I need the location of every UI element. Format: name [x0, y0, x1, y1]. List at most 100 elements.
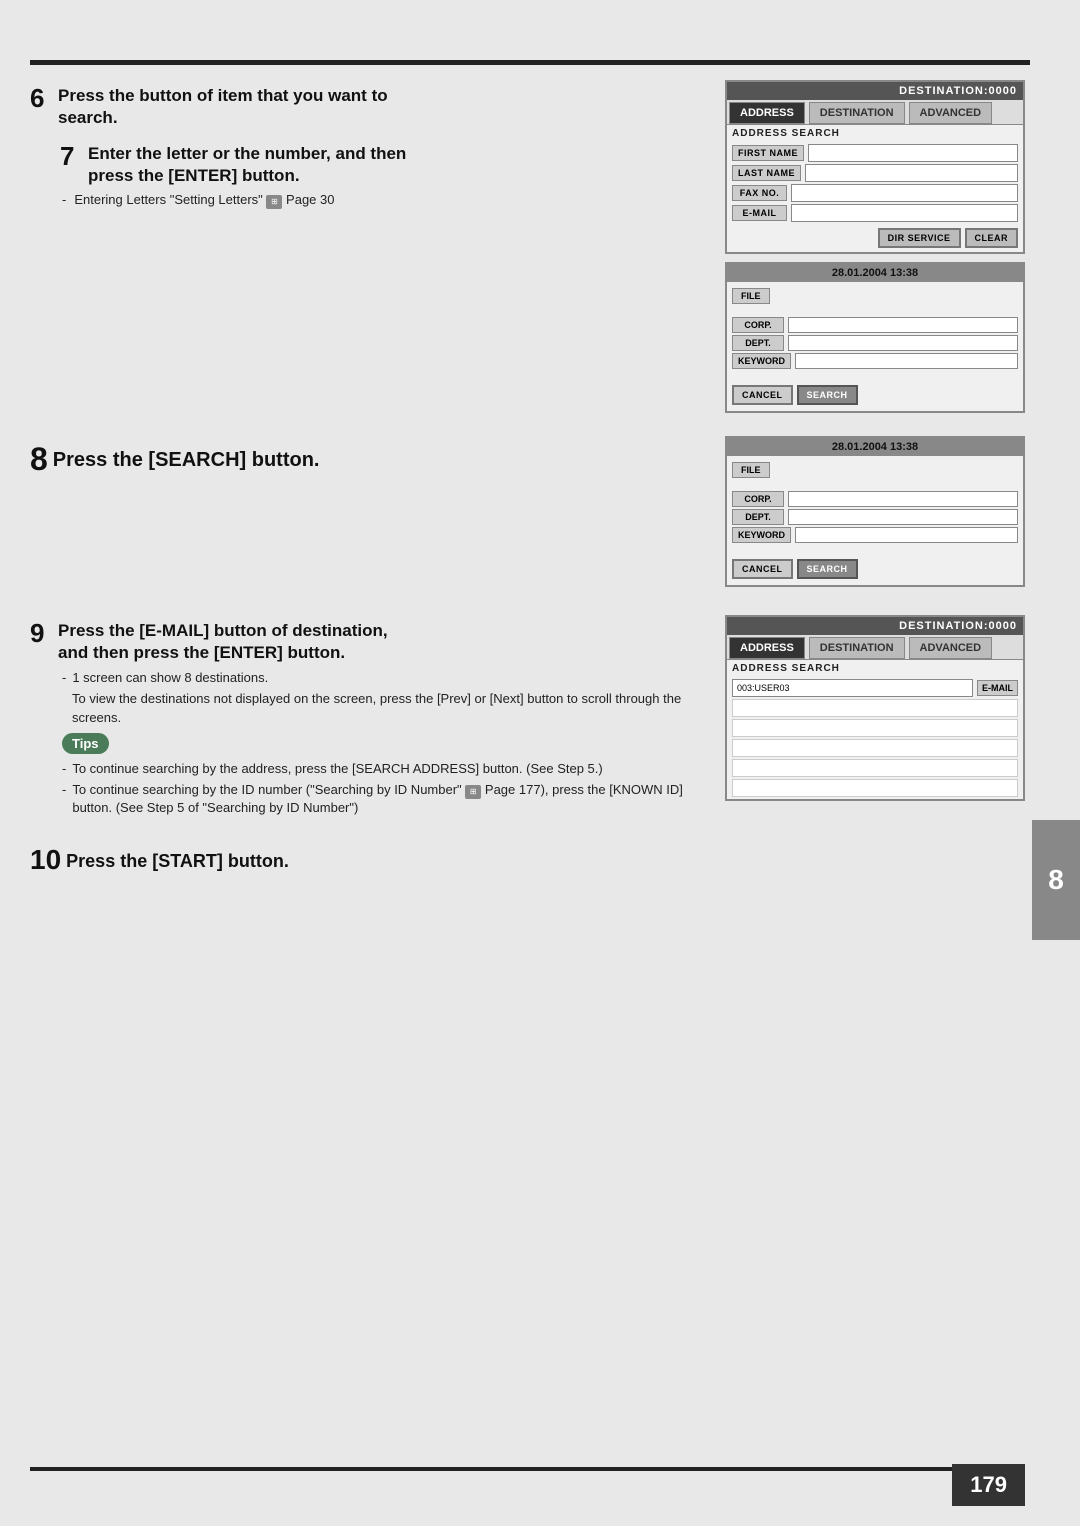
empty-row-4 — [732, 759, 1018, 777]
field-corp-2: CORP. — [732, 491, 1018, 507]
tab-destination[interactable]: DESTINATION — [809, 102, 905, 124]
address-search-title: ADDRESS SEARCH — [727, 125, 1023, 142]
tips-box: Tips — [62, 733, 705, 754]
label-first-name: FIRST NAME — [732, 145, 804, 161]
result-row: 003:USER03 E-MAIL — [732, 679, 1018, 697]
step-9-text-line2: and then press the [ENTER] button. — [58, 642, 388, 664]
destination-header: DESTINATION:0000 — [727, 82, 1023, 100]
file-search-panel-2: 28.01.2004 13:38 FILE CORP. DEPT. KEY — [725, 436, 1025, 587]
input-dept-2[interactable] — [788, 509, 1018, 525]
result-id: 003:USER03 — [737, 683, 790, 693]
result-id-cell: 003:USER03 — [732, 679, 973, 697]
bottom-row-1: CANCEL SEARCH — [727, 379, 1023, 411]
section-9: 9 Press the [E-MAIL] button of destinati… — [30, 615, 1025, 820]
step-7-heading: 7 Enter the letter or the number, and th… — [60, 143, 705, 187]
panel-destination-result: DESTINATION:0000 ADDRESS DESTINATION ADV… — [725, 615, 1025, 820]
date-header-1: 28.01.2004 13:38 — [727, 264, 1023, 282]
file-search-panel-1: 28.01.2004 13:38 FILE CORP. DEPT. KEY — [725, 262, 1025, 413]
step-10-text: Press the [START] button. — [66, 846, 289, 872]
note-9-1: - 1 screen can show 8 destinations. — [62, 669, 705, 687]
ref-icon-1: ⊞ — [266, 195, 282, 209]
panel-file-search-2: 28.01.2004 13:38 FILE CORP. DEPT. KEY — [725, 436, 1025, 587]
step-6-text-line1: Press the button of item that you want t… — [58, 85, 388, 107]
note-9-1-text: 1 screen can show 8 destinations. — [72, 669, 268, 687]
panel-destination-address: DESTINATION:0000 ADDRESS DESTINATION ADV… — [725, 80, 1025, 413]
input-keyword-2[interactable] — [795, 527, 1018, 543]
note-9-1b: To view the destinations not displayed o… — [72, 690, 705, 726]
field-email: E-MAIL — [732, 204, 1018, 222]
label-last-name: LAST NAME — [732, 165, 801, 181]
empty-row-3 — [732, 739, 1018, 757]
label-corp-2: CORP. — [732, 491, 784, 507]
page-number: 179 — [952, 1464, 1025, 1506]
dir-service-button[interactable]: DIR SERVICE — [878, 228, 961, 248]
section-10: 10 Press the [START] button. — [30, 846, 1025, 874]
bottom-row-2: CANCEL SEARCH — [727, 553, 1023, 585]
label-dept-2: DEPT. — [732, 509, 784, 525]
cancel-button-1[interactable]: CANCEL — [732, 385, 793, 405]
destination-address-panel: DESTINATION:0000 ADDRESS DESTINATION ADV… — [725, 80, 1025, 254]
label-dept-1: DEPT. — [732, 335, 784, 351]
step-9-text-line1: Press the [E-MAIL] button of destination… — [58, 620, 388, 642]
right-tab-label: 8 — [1048, 864, 1064, 896]
result-tab-destination[interactable]: DESTINATION — [809, 637, 905, 659]
result-tab-address[interactable]: ADDRESS — [729, 637, 805, 659]
tip-2-text: To continue searching by the ID number (… — [72, 781, 705, 817]
step-8-heading: 8 Press the [SEARCH] button. — [30, 441, 705, 478]
label-keyword-1: KEYWORD — [732, 353, 791, 369]
input-first-name[interactable] — [808, 144, 1018, 162]
label-corp-1: CORP. — [732, 317, 784, 333]
input-dept-1[interactable] — [788, 335, 1018, 351]
field-fax-no: FAX NO. — [732, 184, 1018, 202]
section-8: 8 Press the [SEARCH] button. 28.01.2004 … — [30, 436, 1025, 587]
input-keyword-1[interactable] — [795, 353, 1018, 369]
date-header-2: 28.01.2004 13:38 — [727, 438, 1023, 456]
note-9-1b-text: To view the destinations not displayed o… — [72, 690, 705, 726]
step-7-text-line2: press the [ENTER] button. — [88, 165, 406, 187]
input-email[interactable] — [791, 204, 1018, 222]
file-tab-1[interactable]: FILE — [732, 288, 770, 304]
empty-rows — [732, 699, 1018, 797]
result-tag: E-MAIL — [977, 680, 1018, 696]
top-rule — [30, 60, 1030, 65]
right-tab: 8 — [1032, 820, 1080, 940]
tab-advanced[interactable]: ADVANCED — [909, 102, 993, 124]
input-corp-2[interactable] — [788, 491, 1018, 507]
input-fax-no[interactable] — [791, 184, 1018, 202]
step-7-note: - Entering Letters "Setting Letters" ⊞ P… — [62, 192, 705, 209]
step-10-number: 10 — [30, 846, 61, 874]
step-8-text: Press the [SEARCH] button. — [53, 447, 320, 473]
section-6-7: 6 Press the button of item that you want… — [30, 80, 1025, 413]
step-9-notes: - 1 screen can show 8 destinations. To v… — [62, 669, 705, 727]
result-panel-tabs: ADDRESS DESTINATION ADVANCED — [727, 635, 1023, 660]
result-tab-advanced[interactable]: ADVANCED — [909, 637, 993, 659]
empty-row-1 — [732, 699, 1018, 717]
ref-icon-2: ⊞ — [465, 785, 481, 799]
step-8-number: 8 — [30, 441, 48, 478]
text-col-8: 8 Press the [SEARCH] button. — [30, 436, 705, 587]
field-keyword-2: KEYWORD — [732, 527, 1018, 543]
tip-1-text: To continue searching by the address, pr… — [72, 760, 602, 778]
result-section-title: ADDRESS SEARCH — [727, 660, 1023, 677]
text-col-6-7: 6 Press the button of item that you want… — [30, 80, 705, 413]
main-layout: 6 Press the button of item that you want… — [30, 80, 1025, 1466]
clear-button[interactable]: CLEAR — [965, 228, 1019, 248]
input-last-name[interactable] — [805, 164, 1018, 182]
file-tab-2[interactable]: FILE — [732, 462, 770, 478]
tab-address[interactable]: ADDRESS — [729, 102, 805, 124]
input-corp-1[interactable] — [788, 317, 1018, 333]
cancel-button-2[interactable]: CANCEL — [732, 559, 793, 579]
search-button-1[interactable]: SEARCH — [797, 385, 858, 405]
empty-row-2 — [732, 719, 1018, 737]
destination-result-panel: DESTINATION:0000 ADDRESS DESTINATION ADV… — [725, 615, 1025, 801]
step-7-text-line1: Enter the letter or the number, and then — [88, 143, 406, 165]
label-email: E-MAIL — [732, 205, 787, 221]
tip-2: - To continue searching by the ID number… — [62, 781, 705, 817]
step-6-heading: 6 Press the button of item that you want… — [30, 85, 705, 129]
step-6-text-line2: search. — [58, 107, 388, 129]
label-fax-no: FAX NO. — [732, 185, 787, 201]
result-header: DESTINATION:0000 — [727, 617, 1023, 635]
step-7-note-text: Entering Letters "Setting Letters" ⊞ Pag… — [74, 192, 334, 209]
search-button-2[interactable]: SEARCH — [797, 559, 858, 579]
label-keyword-2: KEYWORD — [732, 527, 791, 543]
